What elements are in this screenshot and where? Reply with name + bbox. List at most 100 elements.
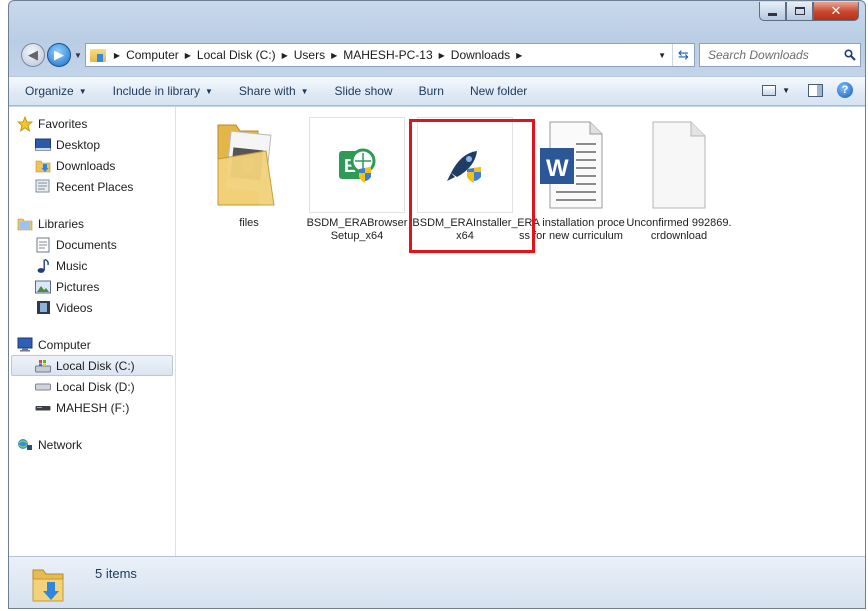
nav-local-disk-d-label: Local Disk (D:) [56, 379, 135, 394]
maximize-icon [794, 7, 805, 15]
nav-documents[interactable]: Documents [9, 234, 175, 255]
close-button[interactable]: ✕ [813, 2, 859, 21]
nav-music[interactable]: Music [9, 255, 175, 276]
folder-icon [195, 115, 303, 215]
breadcrumb-mahesh-pc-13[interactable]: MAHESH-PC-13 ▶ [343, 48, 451, 62]
usb-drive-icon [35, 400, 51, 416]
music-icon [35, 258, 51, 274]
nav-computer-label: Computer [38, 337, 91, 352]
address-history-dropdown[interactable]: ▼ [651, 51, 672, 60]
close-icon: ✕ [830, 3, 842, 18]
navigation-pane: Favorites Desktop Downloads Recent Place… [9, 107, 176, 556]
nav-music-label: Music [56, 258, 88, 273]
recent-pages-dropdown[interactable]: ▼ [74, 51, 82, 60]
help-icon[interactable]: ? [837, 82, 853, 98]
svg-text:W: W [546, 155, 569, 182]
command-toolbar: Organize ▼ Include in library ▼ Share with… [9, 76, 865, 106]
breadcrumb-users[interactable]: Users ▶ [294, 48, 344, 62]
forward-arrow-icon: ▶ [54, 47, 64, 62]
selection-highlight-box [409, 119, 535, 253]
nav-documents-label: Documents [56, 237, 117, 252]
downloads-folder-icon [35, 158, 51, 174]
nav-gap [9, 418, 175, 434]
organize-button[interactable]: Organize ▼ [25, 84, 87, 98]
documents-icon [35, 237, 51, 253]
breadcrumb-local-disk-c[interactable]: Local Disk (C:) ▶ [197, 48, 294, 62]
file-name: files [239, 217, 259, 229]
downloads-folder-icon [89, 48, 106, 62]
nav-computer[interactable]: Computer [9, 334, 175, 355]
explorer-window: ✕ ◀ ▶ ▼ ▶ Computer ▶ Local Disk (C:) ▶ Use… [8, 0, 866, 609]
minimize-button[interactable] [759, 2, 786, 21]
downloads-folder-icon [31, 565, 65, 603]
search-icon[interactable] [840, 49, 860, 61]
browser-setup-icon: E [309, 117, 405, 213]
toolbar-right-group: ▼ ? [762, 82, 853, 98]
refresh-button[interactable]: ⇆ [672, 44, 694, 66]
minimize-icon [768, 12, 777, 16]
nav-gap [9, 197, 175, 213]
recent-places-icon [35, 179, 51, 195]
address-bar[interactable]: ▶ Computer ▶ Local Disk (C:) ▶ Users ▶ MAHE… [84, 43, 695, 67]
file-name: Unconfirmed 992869.crdownload [626, 217, 732, 242]
refresh-icon: ⇆ [678, 47, 689, 62]
file-item-files[interactable]: files [195, 115, 303, 230]
nav-desktop-label: Desktop [56, 137, 101, 152]
nav-network[interactable]: Network [9, 434, 175, 455]
file-list: files E BSDM_ERABrowserSetup_x64 BSDM_ER… [177, 107, 865, 556]
content-area: Favorites Desktop Downloads Recent Place… [9, 107, 865, 556]
nav-desktop[interactable]: Desktop [9, 134, 175, 155]
breadcrumb-computer[interactable]: Computer ▶ [126, 48, 197, 62]
file-name: BSDM_ERABrowserSetup_x64 [306, 217, 408, 242]
nav-downloads-label: Downloads [56, 158, 116, 173]
address-row: ◀ ▶ ▼ ▶ Computer ▶ Local Disk (C:) ▶ Users… [21, 41, 861, 69]
new-folder-button[interactable]: New folder [470, 84, 527, 98]
preview-pane-icon[interactable] [808, 83, 823, 97]
back-button[interactable]: ◀ [21, 43, 45, 67]
caption-buttons: ✕ [759, 2, 859, 21]
pictures-icon [35, 279, 51, 295]
nav-gap [9, 318, 175, 334]
hard-drive-icon [35, 379, 51, 395]
slide-show-button[interactable]: Slide show [335, 84, 393, 98]
nav-pictures-label: Pictures [56, 279, 100, 294]
windows-drive-icon [35, 358, 51, 374]
search-box [699, 43, 861, 67]
nav-network-label: Network [38, 437, 83, 452]
file-item-unconfirmed-crdownload[interactable]: Unconfirmed 992869.crdownload [625, 115, 733, 243]
nav-downloads[interactable]: Downloads [9, 155, 175, 176]
videos-icon [35, 300, 51, 316]
nav-recent-places[interactable]: Recent Places [9, 176, 175, 197]
search-input[interactable] [708, 48, 840, 62]
nav-mahesh-f-label: MAHESH (F:) [56, 400, 130, 415]
nav-pictures[interactable]: Pictures [9, 276, 175, 297]
nav-favorites-label: Favorites [38, 116, 88, 131]
nav-libraries-label: Libraries [38, 216, 85, 231]
nav-recent-places-label: Recent Places [56, 179, 134, 194]
nav-libraries[interactable]: Libraries [9, 213, 175, 234]
burn-button[interactable]: Burn [419, 84, 444, 98]
file-item-bsdm-erabrowsersetup[interactable]: E BSDM_ERABrowserSetup_x64 [303, 115, 411, 243]
forward-button[interactable]: ▶ [47, 43, 71, 67]
breadcrumb-root-arrow[interactable]: ▶ [108, 51, 126, 60]
change-view-icon[interactable] [762, 84, 777, 96]
star-icon [17, 115, 33, 132]
network-icon [17, 437, 33, 453]
computer-icon [17, 337, 33, 353]
nav-favorites[interactable]: Favorites [9, 113, 175, 134]
share-with-button[interactable]: Share with ▼ [239, 84, 309, 98]
include-in-library-button[interactable]: Include in library ▼ [113, 84, 213, 98]
nav-mahesh-f[interactable]: MAHESH (F:) [9, 397, 175, 418]
libraries-icon [17, 216, 33, 232]
nav-videos-label: Videos [56, 300, 93, 315]
status-bar: 5 items [9, 556, 865, 608]
breadcrumb-downloads[interactable]: Downloads ▶ [451, 48, 529, 62]
blank-file-icon [625, 115, 733, 215]
nav-local-disk-c[interactable]: Local Disk (C:) [11, 355, 173, 376]
item-count: 5 items [95, 566, 137, 581]
nav-videos[interactable]: Videos [9, 297, 175, 318]
nav-local-disk-d[interactable]: Local Disk (D:) [9, 376, 175, 397]
maximize-button[interactable] [786, 2, 813, 21]
back-arrow-icon: ◀ [28, 47, 38, 62]
view-options-dropdown[interactable]: ▼ [782, 86, 790, 95]
